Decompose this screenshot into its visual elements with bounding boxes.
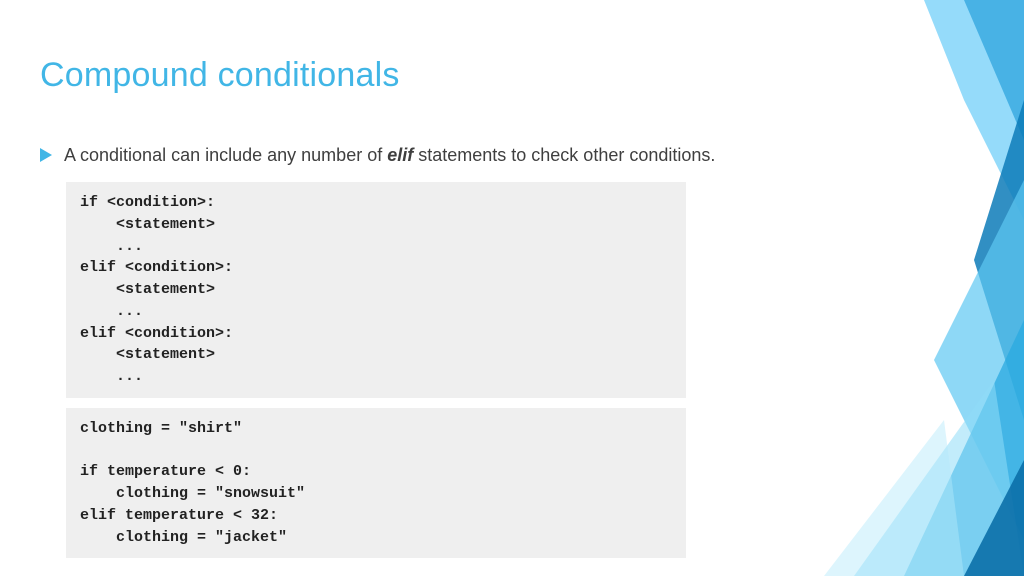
- bullet-bold: elif: [387, 145, 413, 165]
- code-block-example: clothing = "shirt" if temperature < 0: c…: [66, 408, 686, 559]
- slide-title: Compound conditionals: [40, 56, 720, 95]
- triangle-bullet-icon: [40, 148, 52, 162]
- bullet-pre: A conditional can include any number of: [64, 145, 387, 165]
- decorative-triangles: [764, 0, 1024, 576]
- bullet-post: statements to check other conditions.: [413, 145, 715, 165]
- code-block-syntax: if <condition>: <statement> ... elif <co…: [66, 182, 686, 398]
- bullet-item: A conditional can include any number of …: [40, 143, 720, 168]
- slide-content: Compound conditionals A conditional can …: [0, 0, 780, 558]
- bullet-text: A conditional can include any number of …: [64, 143, 715, 168]
